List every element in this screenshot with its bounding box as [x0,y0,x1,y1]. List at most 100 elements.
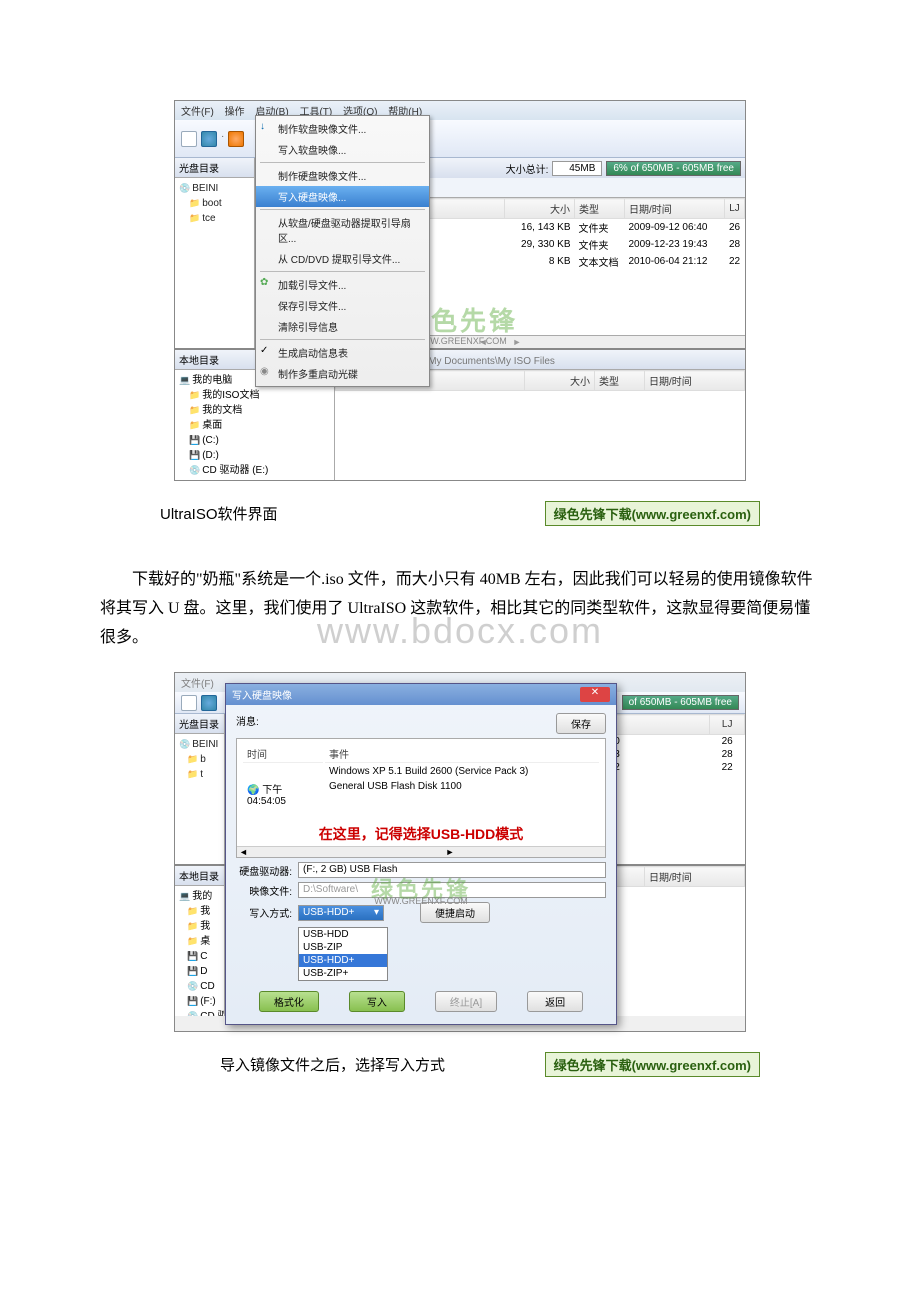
option-usb-zip[interactable]: USB-ZIP [299,941,387,954]
disk-drive-label: 硬盘驱动器: [236,863,292,878]
tree-folder-tce[interactable]: tce [202,213,215,224]
drive-icon [187,966,200,977]
annotation-text: 在这里，记得选择USB-HDD模式 [241,824,601,844]
cd-icon [189,465,202,476]
iso-tree[interactable]: BEINI boot tce [175,178,254,229]
col-time: 时间 [243,745,323,763]
menu-make-disk-image[interactable]: 制作硬盘映像文件... [256,165,429,186]
menu-write-disk-image[interactable]: 写入硬盘映像... [256,186,429,207]
write-button[interactable]: 写入 [349,991,405,1012]
tree-folder-boot[interactable]: boot [202,198,221,209]
download-badge[interactable]: 绿色先锋下载(www.greenxf.com) [545,501,760,526]
col-datetime[interactable]: 日期/时间 [645,867,745,887]
stop-button: 终止[A] [435,991,497,1012]
boot-menu-dropdown: 制作软盘映像文件... 写入软盘映像... 制作硬盘映像文件... 写入硬盘映像… [255,115,430,387]
folder-icon [189,420,202,431]
folder-icon [189,198,202,209]
option-usb-hdd[interactable]: USB-HDD [299,928,387,941]
folder-icon [189,213,202,224]
pc-icon [179,375,192,386]
menu-extract-boot-sector[interactable]: 从软盘/硬盘驱动器提取引导扇区... [256,212,429,248]
cd-icon [179,183,192,194]
write-mode-combo[interactable]: USB-HDD+ ▾ [298,905,384,921]
menu-gen-boot-info[interactable]: 生成启动信息表 [256,342,429,363]
folder-icon [187,936,200,947]
col-event: 事件 [325,745,599,763]
ultraiso-write-dialog-screenshot: 文件(F) of 650MB - 605MB free 光盘目录 BEINI b… [174,672,746,1032]
drive-icon [187,996,200,1007]
menu-load-boot-file[interactable]: 加载引导文件... [256,274,429,295]
message-label: 消息: [236,717,259,728]
folder-icon [189,405,202,416]
folder-icon [187,754,200,765]
menu-multiboot-disc[interactable]: 制作多重启动光碟 [256,363,429,384]
new-icon[interactable] [181,131,197,147]
col-datetime[interactable]: 日期/时间 [625,199,725,219]
close-button[interactable]: ✕ [580,687,610,702]
check-icon [260,345,272,357]
write-disk-image-dialog: 写入硬盘映像 ✕ 消息: 保存 时间 事件 Windows XP 5.1 Bui… [225,683,617,1025]
drive-icon [189,450,202,461]
caption-text-2: 导入镜像文件之后，选择写入方式 [220,1054,445,1075]
download-icon [260,121,272,133]
caption-row-1: UltraISO软件界面 绿色先锋下载(www.greenxf.com) [140,491,780,536]
menu-file[interactable]: 文件(F) [181,107,214,118]
col-type[interactable]: 类型 [575,199,625,219]
menu-actions[interactable]: 操作 [225,107,245,118]
download-badge[interactable]: 绿色先锋下载(www.greenxf.com) [545,1052,760,1077]
iso-root-node[interactable]: BEINI [192,183,218,194]
folder-icon [189,390,202,401]
image-file-label: 映像文件: [236,883,292,898]
image-file-field[interactable]: D:\Software\ [298,882,606,898]
menu-save-boot-file[interactable]: 保存引导文件... [256,295,429,316]
body-paragraph: 下载好的"奶瓶"系统是一个.iso 文件，而大小只有 40MB 左右，因此我们可… [100,566,820,652]
caption-row-2: 导入镜像文件之后，选择写入方式 绿色先锋下载(www.greenxf.com) [140,1042,780,1087]
pc-icon [179,891,192,902]
back-button[interactable]: 返回 [527,991,583,1012]
open-icon[interactable] [201,695,217,711]
col-type[interactable]: 类型 [595,371,645,391]
folder-icon [187,921,200,932]
save-button[interactable]: 保存 [556,713,606,734]
col-size[interactable]: 大小 [505,199,575,219]
local-header: 本地目录 [175,866,224,886]
write-mode-options[interactable]: USB-HDD USB-ZIP USB-HDD+ USB-ZIP+ [298,927,388,981]
iso-tree-header: 光盘目录 [175,158,254,178]
dialog-title: 写入硬盘映像 [232,687,292,702]
folder-icon [187,906,200,917]
write-mode-label: 写入方式: [236,905,292,920]
menu-extract-boot-file[interactable]: 从 CD/DVD 提取引导文件... [256,248,429,269]
col-size[interactable]: 大小 [525,371,595,391]
save-icon[interactable] [228,131,244,147]
menu-file[interactable]: 文件(F) [181,679,214,690]
new-icon[interactable] [181,695,197,711]
open-icon[interactable] [201,131,217,147]
cd-icon [187,1011,200,1016]
option-usb-zip-plus[interactable]: USB-ZIP+ [299,967,387,980]
disc-icon [260,366,272,378]
cd-icon [187,981,200,992]
folder-icon [187,769,200,780]
option-usb-hdd-plus[interactable]: USB-HDD+ [299,954,387,967]
size-total-label: 大小总计: [506,161,549,176]
menu-make-floppy-image[interactable]: 制作软盘映像文件... [256,118,429,139]
gear-icon [260,277,272,289]
menu-clear-boot-info[interactable]: 清除引导信息 [256,316,429,337]
menu-write-floppy-image[interactable]: 写入软盘映像... [256,139,429,160]
format-button[interactable]: 格式化 [259,991,319,1012]
drive-icon [189,435,202,446]
drive-icon [187,951,200,962]
col-extra[interactable]: LJ [725,199,745,219]
quick-boot-button[interactable]: 便捷启动 [420,902,490,923]
size-total-value: 45MB [552,161,602,176]
cd-icon [179,739,192,750]
iso-tree-header: 光盘目录 [175,714,224,734]
ultraiso-main-window: 文件(F) 操作 启动(B) 工具(T) 选项(O) 帮助(H) · 制作软盘映… [174,100,746,481]
usage-bar: 6% of 650MB - 605MB free [606,161,741,176]
disk-drive-combo[interactable]: (F:, 2 GB) USB Flash [298,862,606,878]
caption-text-1: UltraISO软件界面 [160,503,278,524]
usage-bar: of 650MB - 605MB free [622,695,739,710]
log-box: 时间 事件 Windows XP 5.1 Build 2600 (Service… [236,738,606,858]
col-datetime[interactable]: 日期/时间 [645,371,745,391]
iso-root-node[interactable]: BEINI [192,739,218,750]
